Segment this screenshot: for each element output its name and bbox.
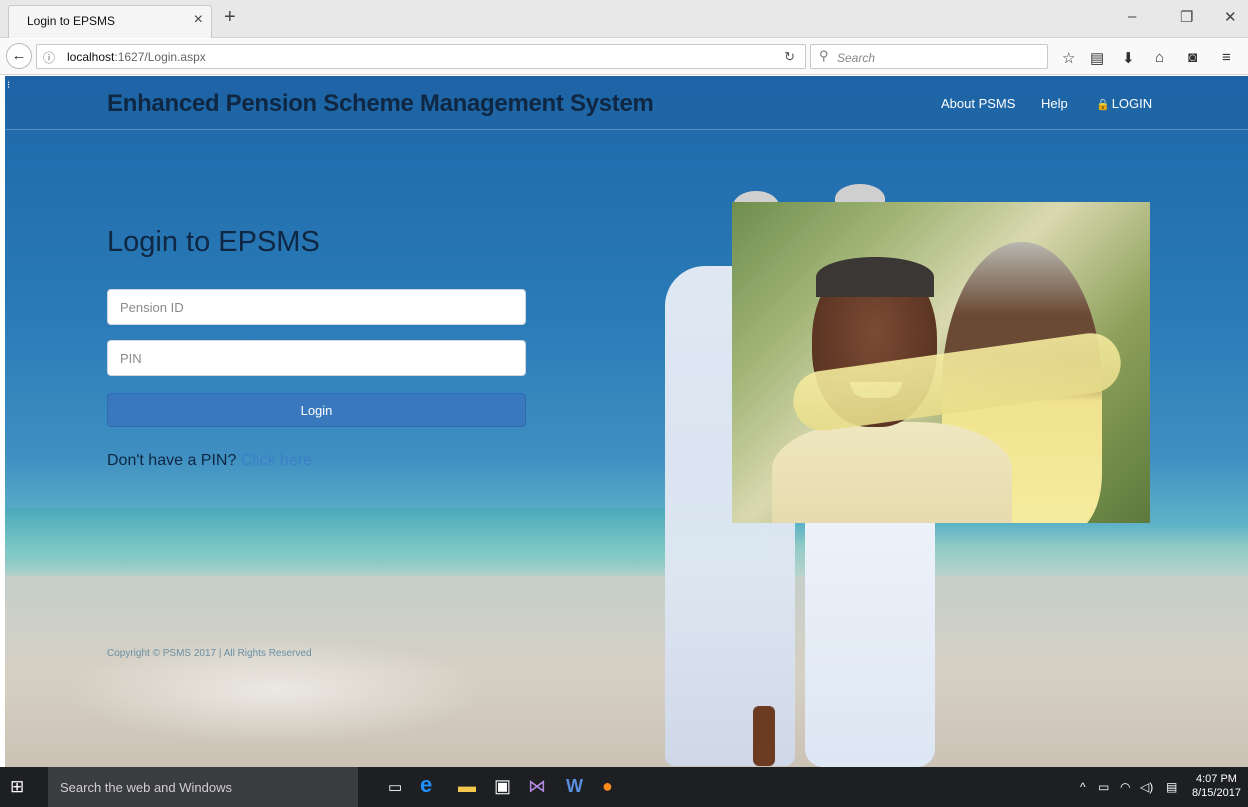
tab-title: Login to EPSMS [27,14,116,28]
nav-login-link[interactable]: 🔒 LOGIN [1096,96,1152,111]
reading-list-icon[interactable]: ▤ [1090,49,1104,67]
login-title: Login to EPSMS [107,226,320,258]
header-dots: ⁝ [7,80,11,91]
home-icon[interactable]: ⌂ [1155,49,1164,66]
url-bar[interactable]: ⓘ localhost:1627/Login.aspx ↻ [36,44,806,69]
store-icon[interactable]: ▣ [494,776,511,797]
pension-id-input[interactable] [107,289,526,325]
lock-icon: 🔒 [1096,99,1110,111]
nav-help-link[interactable]: Help [1041,96,1068,111]
copyright-text: Copyright © PSMS 2017 | All Rights Reser… [107,648,312,659]
windows-start-icon[interactable]: ⊞ [10,777,24,797]
search-icon: ⚲ [819,48,829,63]
site-brand[interactable]: Enhanced Pension Scheme Management Syste… [107,90,654,118]
tray-wifi-icon[interactable]: ◠ [1120,780,1130,794]
firefox-icon[interactable]: ● [602,776,613,797]
info-icon[interactable]: ⓘ [43,49,55,66]
download-icon[interactable]: ⬇ [1122,49,1135,67]
reload-icon[interactable]: ↻ [784,49,795,65]
site-header: ⁝ Enhanced Pension Scheme Management Sys… [5,76,1248,130]
background-sea [5,508,765,578]
photo-man-shirt [772,422,1012,523]
pin-input[interactable] [107,340,526,376]
click-here-link[interactable]: Click here [241,452,312,469]
clock-time: 4:07 PM [1195,773,1237,785]
browser-tabstrip: Login to EPSMS × + – ❐ ✕ [0,0,1248,38]
edge-icon[interactable]: e [420,772,432,798]
nav-about-link[interactable]: About PSMS [941,96,1015,111]
tray-notification-icon[interactable]: ▤ [1166,780,1177,794]
browser-search-input[interactable]: ⚲ Search [810,44,1048,69]
no-pin-label: Don't have a PIN? [107,452,237,469]
tab-close-icon[interactable]: × [194,11,203,29]
search-placeholder: Search [837,51,876,65]
page-viewport: ⁝ Enhanced Pension Scheme Management Sys… [5,76,1248,767]
pocket-icon[interactable]: ◙ [1188,49,1197,66]
bookmark-star-icon[interactable]: ☆ [1062,49,1075,67]
file-explorer-icon[interactable]: ▬ [458,776,476,797]
browser-navbar: ← ⓘ localhost:1627/Login.aspx ↻ ⚲ Search… [0,39,1248,75]
close-window-icon[interactable]: ✕ [1224,8,1237,26]
background-sandal [753,706,775,766]
clock-date: 8/15/2017 [1192,787,1241,799]
url-text[interactable]: localhost:1627/Login.aspx [67,50,206,64]
minimize-icon[interactable]: – [1128,8,1136,25]
tray-volume-icon[interactable]: ◁) [1140,780,1153,794]
new-tab-button[interactable]: + [224,6,236,29]
no-pin-text: Don't have a PIN? Click here [107,452,312,470]
login-button[interactable]: Login [107,393,526,427]
menu-icon[interactable]: ≡ [1222,49,1231,66]
background-man-figure [805,496,935,767]
taskbar-search-placeholder: Search the web and Windows [60,780,232,795]
photo-man-hair [816,257,934,297]
back-arrow-icon[interactable]: ← [6,43,32,69]
browser-tab[interactable]: Login to EPSMS × [8,5,212,38]
visual-studio-icon[interactable]: ⋈ [528,776,546,797]
taskbar-clock[interactable]: 4:07 PM 8/15/2017 [1192,772,1241,800]
tray-battery-icon[interactable]: ▭ [1098,780,1109,794]
couple-photo [732,202,1150,523]
word-icon[interactable]: W [566,776,583,797]
tray-chevron-up-icon[interactable]: ^ [1080,780,1086,794]
windows-taskbar: ⊞ Search the web and Windows ▭ e ▬ ▣ ⋈ W… [0,767,1248,807]
taskbar-search-box[interactable]: Search the web and Windows [48,767,358,807]
task-view-icon[interactable]: ▭ [388,778,402,796]
nav-login-label: LOGIN [1111,96,1153,111]
restore-icon[interactable]: ❐ [1180,8,1193,26]
